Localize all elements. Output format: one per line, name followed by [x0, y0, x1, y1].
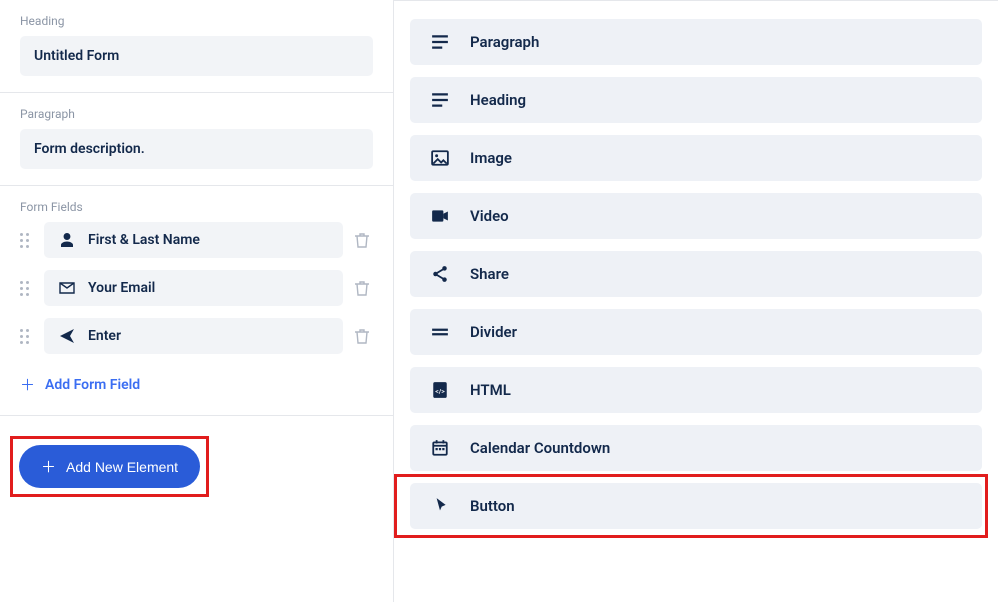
add-element-highlight: ＋ Add New Element	[10, 436, 209, 497]
element-option-calendar-countdown[interactable]: Calendar Countdown	[410, 425, 982, 471]
element-option-label: Divider	[470, 323, 517, 341]
element-option-video[interactable]: Video	[410, 193, 982, 239]
paragraph-label: Paragraph	[20, 107, 373, 121]
element-picker-panel: Paragraph Heading Image Video Share Divi…	[394, 0, 998, 602]
heading-section: Heading Untitled Form	[0, 0, 393, 93]
calendar-icon	[430, 439, 450, 457]
heading-label: Heading	[20, 14, 373, 28]
html-icon	[430, 381, 450, 399]
plus-icon: ＋	[20, 374, 35, 395]
paragraph-icon	[430, 33, 450, 51]
drag-handle-icon[interactable]	[20, 329, 36, 344]
video-icon	[430, 207, 450, 225]
drag-handle-icon[interactable]	[20, 233, 36, 248]
add-new-element-label: Add New Element	[66, 459, 178, 475]
form-fields-label: Form Fields	[20, 200, 373, 214]
send-icon	[58, 328, 76, 344]
form-field-row: Enter	[20, 318, 373, 354]
delete-field-button[interactable]	[351, 328, 373, 344]
image-icon	[430, 149, 450, 167]
element-option-paragraph[interactable]: Paragraph	[410, 19, 982, 65]
element-option-label: Calendar Countdown	[470, 439, 610, 457]
form-field-row: Your Email	[20, 270, 373, 306]
element-option-share[interactable]: Share	[410, 251, 982, 297]
element-option-divider[interactable]: Divider	[410, 309, 982, 355]
delete-field-button[interactable]	[351, 280, 373, 296]
form-field-row: First & Last Name	[20, 222, 373, 258]
add-new-element-button[interactable]: ＋ Add New Element	[19, 445, 200, 488]
paragraph-input[interactable]: Form description.	[20, 129, 373, 169]
form-field-item[interactable]: Enter	[44, 318, 343, 354]
form-field-item[interactable]: Your Email	[44, 270, 343, 306]
element-option-image[interactable]: Image	[410, 135, 982, 181]
share-icon	[430, 265, 450, 283]
form-field-label: Your Email	[88, 280, 155, 296]
element-option-label: Video	[470, 207, 509, 225]
user-icon	[58, 232, 76, 248]
form-field-label: First & Last Name	[88, 232, 200, 248]
add-element-area: ＋ Add New Element	[0, 416, 393, 517]
paragraph-section: Paragraph Form description.	[0, 93, 393, 186]
add-form-field-label: Add Form Field	[45, 377, 140, 393]
heading-input[interactable]: Untitled Form	[20, 36, 373, 76]
element-option-label: Heading	[470, 91, 526, 109]
paragraph-icon	[430, 91, 450, 109]
pointer-icon	[430, 497, 450, 515]
element-option-label: Share	[470, 265, 509, 283]
element-option-label: Image	[470, 149, 512, 167]
envelope-icon	[58, 280, 76, 296]
element-option-html[interactable]: HTML	[410, 367, 982, 413]
element-option-label: HTML	[470, 381, 511, 399]
divider-icon	[430, 323, 450, 341]
form-fields-section: Form Fields First & Last Name Your Email…	[0, 186, 393, 416]
element-option-label: Paragraph	[470, 33, 539, 51]
drag-handle-icon[interactable]	[20, 281, 36, 296]
element-option-label: Button	[470, 497, 515, 515]
plus-icon: ＋	[41, 456, 56, 477]
delete-field-button[interactable]	[351, 232, 373, 248]
form-editor-panel: Heading Untitled Form Paragraph Form des…	[0, 0, 394, 602]
form-field-label: Enter	[88, 328, 121, 344]
add-form-field-link[interactable]: ＋ Add Form Field	[20, 366, 373, 405]
element-option-button[interactable]: Button	[410, 483, 982, 529]
form-field-item[interactable]: First & Last Name	[44, 222, 343, 258]
element-option-heading[interactable]: Heading	[410, 77, 982, 123]
